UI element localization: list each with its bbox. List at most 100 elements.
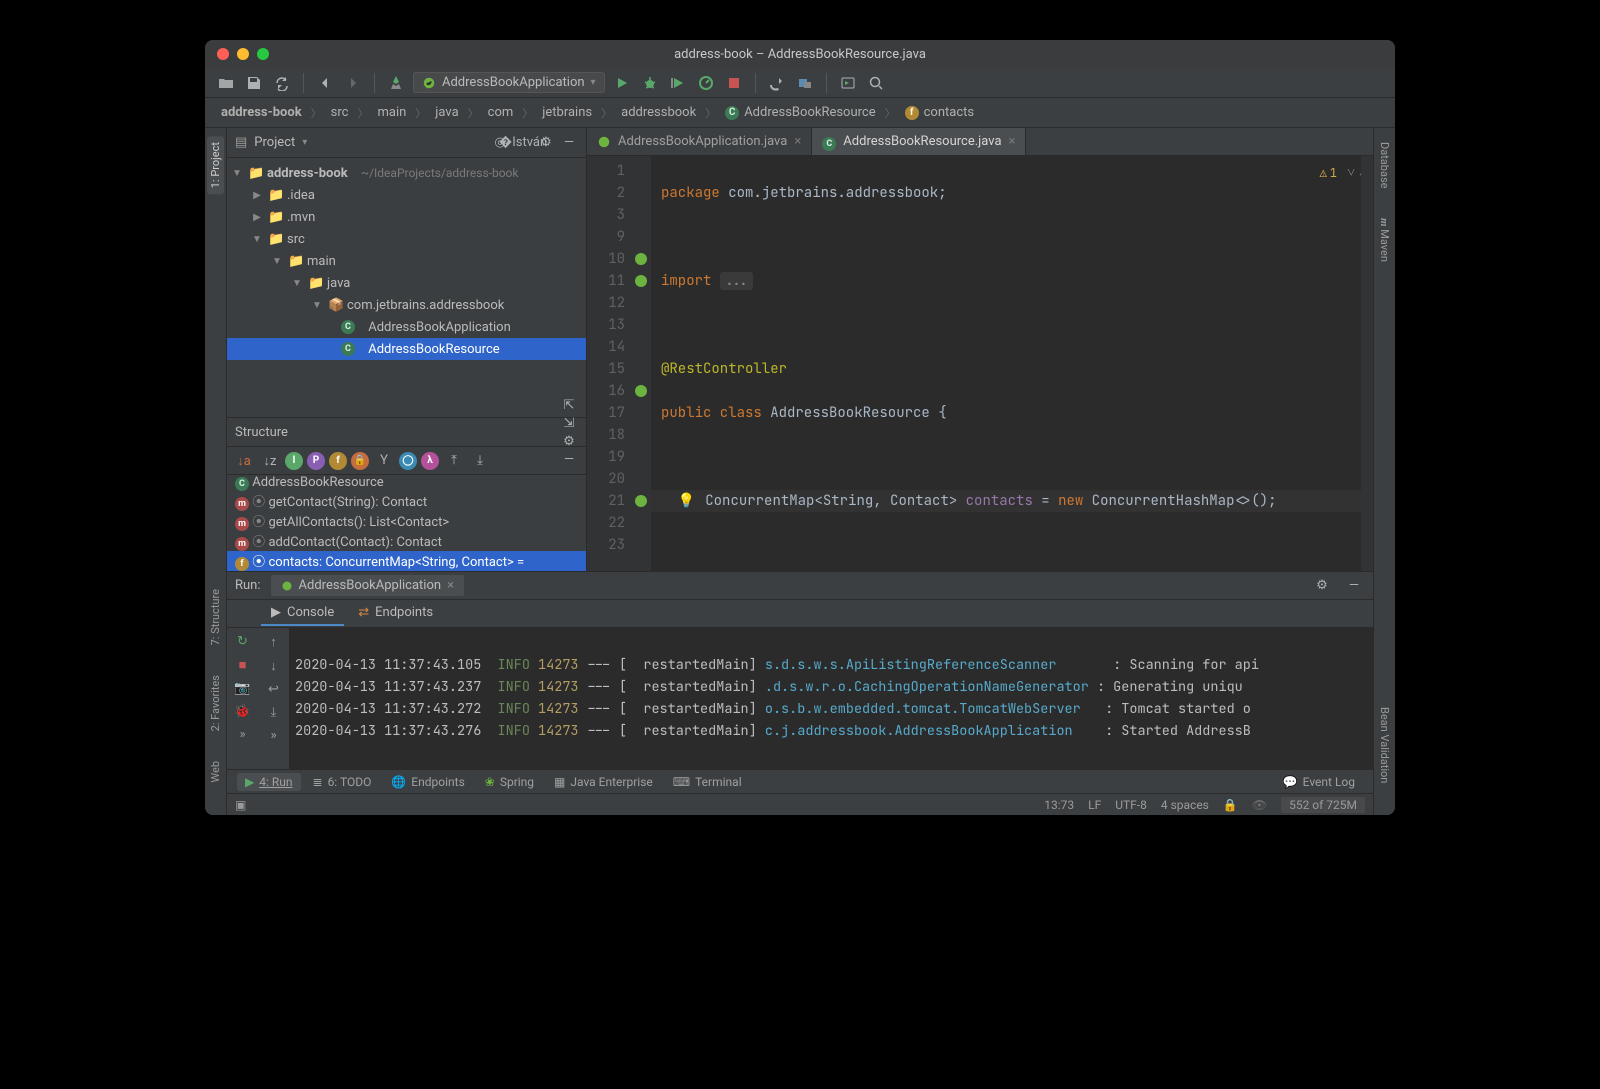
stripe-tab-database[interactable]: Database	[1376, 136, 1393, 194]
tree-node-package[interactable]: ▼📦com.jetbrains.addressbook	[227, 294, 586, 316]
structure-member[interactable]: m ⦿ getAllContacts(): List<Contact>	[227, 511, 586, 531]
spring-gutter-icon[interactable]	[635, 275, 647, 287]
intention-bulb-icon[interactable]: 💡	[678, 492, 695, 510]
collapse-all-icon[interactable]: ⤓	[469, 450, 491, 472]
hide-icon[interactable]: —	[1343, 575, 1365, 597]
sort-visibility-icon[interactable]: ↓z	[259, 450, 281, 472]
bottom-tab-eventlog[interactable]: 💬Event Log	[1275, 773, 1363, 791]
spring-gutter-icon[interactable]	[635, 385, 647, 397]
memory-indicator[interactable]: 552 of 725M	[1281, 797, 1365, 813]
expand-icon[interactable]: ⇲	[560, 414, 578, 432]
breadcrumb[interactable]: main	[371, 103, 412, 122]
structure-member[interactable]: f ⦿ contacts: ConcurrentMap<String, Cont…	[227, 551, 586, 571]
filter-icon[interactable]: I	[285, 452, 303, 470]
forward-icon[interactable]	[342, 72, 364, 94]
soft-wrap-icon[interactable]: ↩	[268, 682, 279, 697]
stop-icon[interactable]: ■	[239, 657, 247, 673]
bottom-tab-javaee[interactable]: ▦Java Enterprise	[546, 773, 661, 791]
editor-tab[interactable]: C AddressBookResource.java ×	[812, 128, 1026, 155]
sort-alpha-icon[interactable]: ↓a	[233, 450, 255, 472]
close-tab-icon[interactable]: ×	[1009, 134, 1016, 149]
inspection-eye-icon[interactable]: 👁	[1252, 798, 1267, 812]
breadcrumb[interactable]: CAddressBookResource	[719, 103, 881, 122]
run-anything-icon[interactable]	[837, 72, 859, 94]
run-config-tab[interactable]: AddressBookApplication ×	[271, 575, 465, 596]
stripe-tab-bean-validation[interactable]: Bean Validation	[1376, 701, 1393, 789]
bottom-tab-spring[interactable]: ❀Spring	[477, 773, 542, 791]
expand-all-icon[interactable]: ⤒	[443, 450, 465, 472]
scroll-end-icon[interactable]: ⤓	[271, 705, 277, 720]
tree-node[interactable]: ▶📁.mvn	[227, 206, 586, 228]
next-highlight-icon[interactable]: ˅	[1347, 162, 1355, 184]
debug-icon[interactable]	[639, 72, 661, 94]
open-icon[interactable]	[215, 72, 237, 94]
tree-node-root[interactable]: ▼📁address-book ~/IdeaProjects/address-bo…	[227, 162, 586, 184]
line-separator[interactable]: LF	[1088, 798, 1101, 812]
debug-restart-icon[interactable]: 🐞	[234, 704, 250, 719]
filter-icon[interactable]: ◯	[399, 452, 417, 470]
maximize-window-button[interactable]	[257, 48, 269, 60]
stripe-tab-structure[interactable]: 7: Structure	[207, 583, 224, 651]
bottom-tab-todo[interactable]: ≣6: TODO	[305, 773, 380, 791]
inspection-warning-badge[interactable]: ⚠ 1	[1320, 162, 1337, 184]
run-config-selector[interactable]: AddressBookApplication ▾	[413, 72, 605, 93]
bottom-tab-endpoints[interactable]: 🌐Endpoints	[383, 773, 472, 791]
expand-icon[interactable]: �István	[514, 134, 532, 152]
breadcrumb[interactable]: src	[325, 103, 355, 122]
file-encoding[interactable]: UTF-8	[1115, 798, 1147, 812]
stripe-tab-favorites[interactable]: 2: Favorites	[207, 669, 224, 737]
stripe-tab-project[interactable]: 1: Project	[207, 136, 224, 194]
tree-node[interactable]: ▼📁main	[227, 250, 586, 272]
sync-icon[interactable]	[271, 72, 293, 94]
structure-member[interactable]: m ⦿ addContact(Contact): Contact	[227, 531, 586, 551]
attach-icon[interactable]	[794, 72, 816, 94]
code-area[interactable]: 1 2 3 9 10 11 12 13 14 15 16 17	[587, 156, 1373, 571]
console-output[interactable]: 2020-04-13 11:37:43.105 INFO 14273 --- […	[289, 628, 1373, 769]
build-icon[interactable]	[385, 72, 407, 94]
spring-gutter-icon[interactable]	[635, 495, 647, 507]
breadcrumb[interactable]: address-book	[215, 103, 308, 122]
camera-icon[interactable]: 📷	[234, 681, 250, 696]
indent-settings[interactable]: 4 spaces	[1161, 798, 1209, 812]
search-icon[interactable]	[865, 72, 887, 94]
minimize-window-button[interactable]	[237, 48, 249, 60]
more-icon[interactable]: »	[239, 727, 245, 742]
breadcrumb[interactable]: fcontacts	[899, 103, 981, 122]
gear-icon[interactable]: ⚙	[537, 134, 555, 152]
structure-class[interactable]: C AddressBookResource	[227, 475, 586, 491]
up-icon[interactable]: ↑	[270, 634, 277, 650]
chevron-down-icon[interactable]: ▾	[302, 137, 307, 148]
stop-icon[interactable]	[723, 72, 745, 94]
stripe-tab-maven[interactable]: m Maven	[1376, 212, 1393, 268]
back-icon[interactable]	[314, 72, 336, 94]
update-app-icon[interactable]	[766, 72, 788, 94]
breadcrumb[interactable]: jetbrains	[536, 103, 598, 122]
lock-icon[interactable]: 🔒	[1223, 798, 1238, 812]
profile-icon[interactable]	[695, 72, 717, 94]
structure-tree[interactable]: C AddressBookResource m ⦿ getContact(Str…	[227, 475, 586, 571]
tree-node-class[interactable]: C AddressBookResource	[227, 338, 586, 360]
gear-icon[interactable]: ⚙	[1311, 575, 1333, 597]
run-icon[interactable]	[611, 72, 633, 94]
stripe-tab-web[interactable]: Web	[207, 755, 224, 789]
breadcrumb[interactable]: addressbook	[615, 103, 702, 122]
code-text[interactable]: package com.jetbrains.addressbook; impor…	[651, 156, 1361, 571]
down-icon[interactable]: ↓	[270, 658, 277, 674]
tool-window-toggle-icon[interactable]: ▣	[235, 798, 246, 812]
filter-icon[interactable]: f	[329, 452, 347, 470]
tree-node-class[interactable]: C AddressBookApplication	[227, 316, 586, 338]
close-tab-icon[interactable]: ×	[794, 134, 801, 149]
project-tree[interactable]: ▼📁address-book ~/IdeaProjects/address-bo…	[227, 158, 586, 417]
tree-node[interactable]: ▼📁src	[227, 228, 586, 250]
editor-scrollbar[interactable]	[1361, 156, 1373, 571]
spring-gutter-icon[interactable]	[635, 253, 647, 265]
endpoints-tab[interactable]: ⇄Endpoints	[348, 601, 443, 626]
tree-node[interactable]: ▼📁java	[227, 272, 586, 294]
save-all-icon[interactable]	[243, 72, 265, 94]
structure-member[interactable]: m ⦿ getContact(String): Contact	[227, 491, 586, 511]
rerun-icon[interactable]: ↻	[237, 634, 248, 649]
bottom-tab-terminal[interactable]: ⌨Terminal	[665, 773, 750, 791]
filter-icon[interactable]: P	[307, 452, 325, 470]
console-tab[interactable]: ▶Console	[261, 601, 344, 626]
breadcrumb[interactable]: java	[429, 103, 464, 122]
